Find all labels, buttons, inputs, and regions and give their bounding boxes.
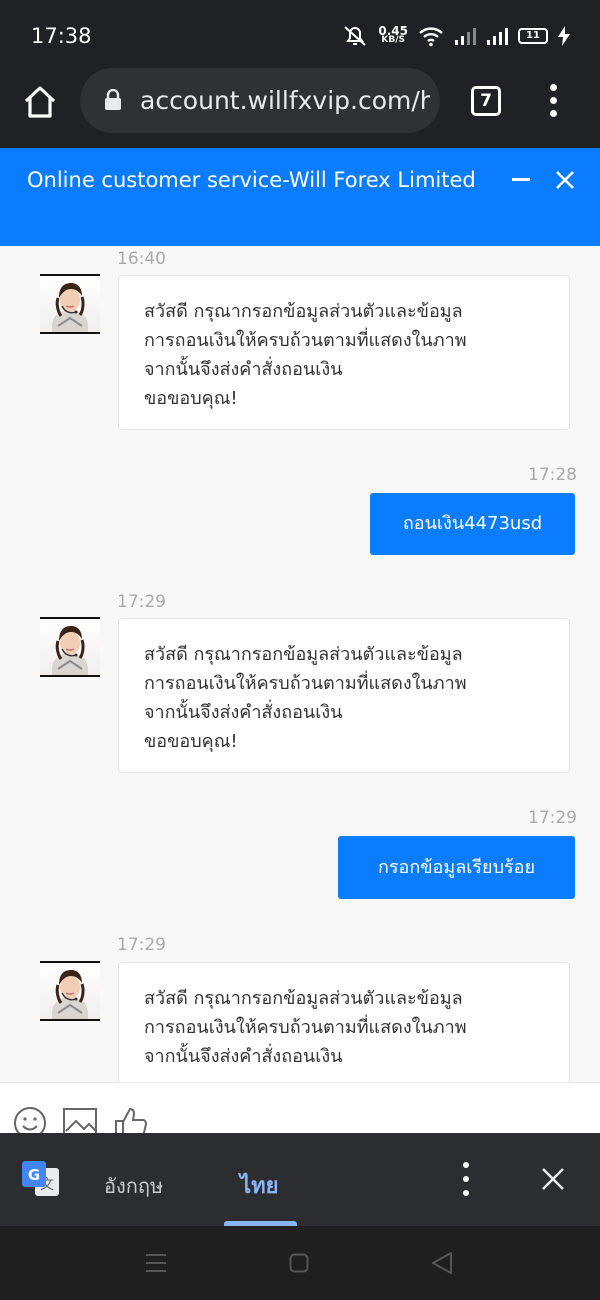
incoming-message: สวัสดี กรุณากรอกข้อมูลส่วนตัวและข้อมูล ก…: [118, 275, 570, 430]
close-icon[interactable]: [555, 170, 575, 190]
composer-toolbar: [0, 1082, 600, 1133]
outgoing-message: ถอนเงิน4473usd: [370, 493, 575, 555]
emoji-icon[interactable]: [12, 1105, 48, 1133]
agent-avatar: [40, 274, 100, 334]
chat-header: Online customer service-Will Forex Limit…: [0, 148, 600, 246]
close-icon[interactable]: [540, 1166, 566, 1192]
mute-bell-icon: [344, 26, 367, 46]
tabs-icon[interactable]: 7: [471, 86, 501, 116]
home-icon[interactable]: [22, 84, 58, 120]
signal-icon-sim1: [455, 28, 476, 45]
message-time: 16:40: [117, 249, 166, 269]
message-text: ถอนเงิน4473usd: [402, 513, 543, 534]
translate-bar: 文 G อังกฤษ ไทย: [0, 1133, 600, 1226]
thumbs-up-icon[interactable]: [112, 1105, 148, 1133]
lock-icon: [105, 89, 121, 110]
message-time: 17:29: [117, 935, 166, 955]
message-text: สวัสดี กรุณากรอกข้อมูลส่วนตัวและข้อมูล ก…: [144, 301, 467, 409]
message-time: 17:29: [117, 592, 166, 612]
source-language-tab[interactable]: อังกฤษ: [104, 1170, 163, 1202]
google-translate-icon: 文 G: [22, 1161, 59, 1196]
image-icon[interactable]: [62, 1105, 98, 1133]
recent-apps-icon[interactable]: [145, 1253, 167, 1273]
status-time: 17:38: [31, 24, 92, 48]
back-icon[interactable]: [430, 1251, 454, 1275]
status-icons: 0.45 KB/S 11: [342, 24, 570, 48]
message-time: 17:28: [528, 465, 577, 485]
outgoing-message: กรอกข้อมูลเรียบร้อย: [338, 836, 575, 899]
incoming-message: สวัสดี กรุณากรอกข้อมูลส่วนตัวและข้อมูล ก…: [118, 618, 570, 773]
message-text: สวัสดี กรุณากรอกข้อมูลส่วนตัวและข้อมูล ก…: [144, 988, 467, 1067]
battery-level: 11: [518, 28, 548, 44]
svg-text:G: G: [28, 1166, 40, 1184]
address-bar[interactable]: account.willfxvip.com/h: [80, 68, 440, 133]
message-time: 17:29: [528, 808, 577, 828]
minimize-icon[interactable]: [510, 166, 534, 192]
system-nav-bar: [0, 1226, 600, 1300]
more-vert-icon[interactable]: [540, 82, 568, 120]
translate-more-icon[interactable]: [456, 1162, 476, 1198]
home-nav-icon[interactable]: [289, 1253, 309, 1273]
net-speed-unit: KB/S: [381, 35, 405, 45]
chat-title: Online customer service-Will Forex Limit…: [27, 168, 476, 192]
message-text: กรอกข้อมูลเรียบร้อย: [377, 857, 536, 878]
message-list[interactable]: 16:40 สวัสดี กรุณากรอกข้อมูลส่วนตัวและข้…: [0, 246, 600, 1082]
net-speed: 0.45 KB/S: [378, 25, 408, 45]
url-text[interactable]: account.willfxvip.com/h: [140, 86, 430, 115]
agent-avatar: [40, 961, 100, 1021]
status-bar: 17:38 0.45 KB/S 11: [0, 0, 600, 68]
signal-icon-sim2: [487, 28, 508, 45]
charging-icon: [558, 26, 570, 46]
agent-avatar: [40, 617, 100, 677]
target-language-tab[interactable]: ไทย: [240, 1168, 278, 1203]
message-text: สวัสดี กรุณากรอกข้อมูลส่วนตัวและข้อมูล ก…: [144, 644, 467, 752]
browser-toolbar: account.willfxvip.com/h 7: [0, 68, 600, 148]
incoming-message: สวัสดี กรุณากรอกข้อมูลส่วนตัวและข้อมูล ก…: [118, 962, 570, 1082]
wifi-icon: [419, 27, 443, 47]
